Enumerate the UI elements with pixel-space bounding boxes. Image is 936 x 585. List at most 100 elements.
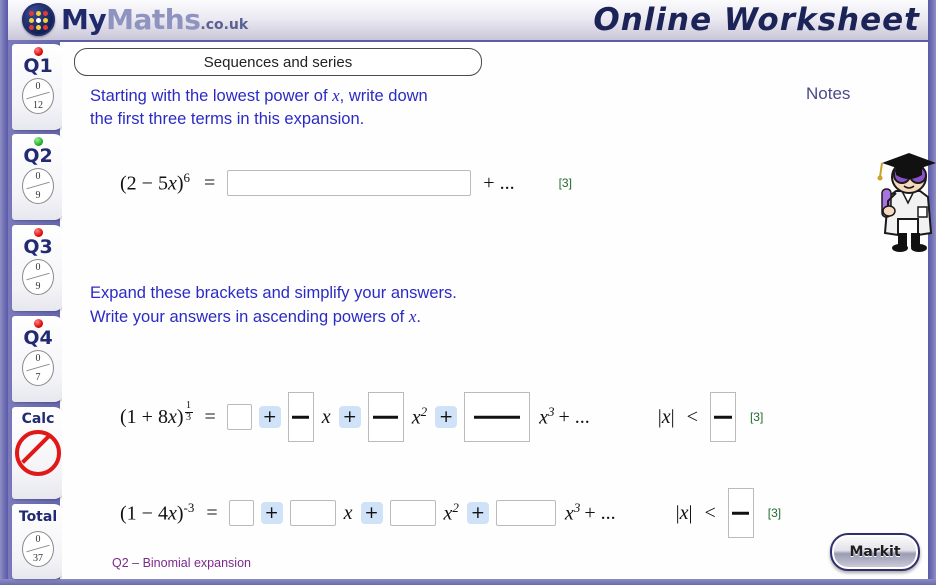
brand-domain: .co.uk <box>200 17 249 33</box>
q3-abs-close: | <box>670 405 675 428</box>
q4-term-x2: x2 <box>444 500 459 526</box>
brand-my: My <box>61 3 107 36</box>
instruction-block-1: Starting with the lowest power of x, wri… <box>90 84 610 132</box>
q4-term-x3-var: x <box>564 502 574 525</box>
q4-plus-button-1[interactable]: + <box>260 502 283 524</box>
q3-term-x2: x2 <box>412 404 427 430</box>
worksheet-app: MyMaths.co.uk Online Worksheet Q1 0 12 Q… <box>0 0 936 585</box>
q4-expr-power: -3 <box>183 500 195 516</box>
instruction-2-line1: Expand these brackets and simplify your … <box>90 284 457 302</box>
q1-expr-open: (2 <box>120 172 142 195</box>
q4-expr-close: ) <box>176 502 184 525</box>
q3-answer-input-0[interactable] <box>226 404 252 430</box>
q4-ellipsis: + ... <box>584 501 616 524</box>
total-q4: 7 <box>35 372 41 383</box>
q4-answer-input-3[interactable] <box>495 500 556 526</box>
instruction-2-line2-b: . <box>416 308 421 327</box>
q1-marks: [3] <box>558 176 572 190</box>
q3-expr-open: (1 + 8 <box>120 405 168 428</box>
sidebar-item-q3[interactable]: Q3 0 9 <box>12 225 64 311</box>
q1-ellipsis: + ... <box>483 171 515 194</box>
q4-expression: (1 − 4x)-3 <box>120 500 194 526</box>
q3-term-x: x <box>321 405 331 428</box>
q1-answer-input[interactable] <box>227 170 472 196</box>
score-q4: 0 <box>35 353 41 364</box>
q4-radius-fraction-input[interactable] <box>727 488 754 538</box>
q3-fraction-input-3[interactable] <box>464 392 531 442</box>
window-frame-left <box>0 0 8 585</box>
score-q3: 0 <box>35 262 41 273</box>
score-q1: 0 <box>35 81 41 92</box>
q1-expression: (2 − 5x)6 <box>120 170 190 196</box>
q4-term-x2-sup: 2 <box>452 500 459 516</box>
score-divider <box>26 91 50 100</box>
question-1-row: (2 − 5x)6 = + ... [3] <box>120 170 572 196</box>
total-q2: 9 <box>35 190 41 201</box>
q4-abs-close: | <box>688 501 693 524</box>
q1-expr-minus: − 5 <box>141 172 168 195</box>
q3-term-x3: x3 <box>539 404 554 430</box>
q3-term-x3-sup: 3 <box>547 404 555 420</box>
score-pill-q1: 0 12 <box>22 78 54 114</box>
footer-topic-label: Q2 – Binomial expansion <box>112 556 251 570</box>
q1-equals: = <box>204 171 216 194</box>
notes-label: Notes <box>806 84 851 103</box>
q3-plus-button-1[interactable]: + <box>258 406 281 428</box>
markit-button[interactable]: Markit <box>830 533 920 571</box>
q3-exp-numerator: 1 <box>186 400 192 411</box>
q3-ellipsis: + ... <box>558 405 590 428</box>
q3-term-x2-sup: 2 <box>420 404 428 420</box>
instruction-1-line2: the first three terms in this expansion. <box>90 110 365 129</box>
q4-answer-input-1[interactable] <box>289 500 336 526</box>
q3-radius-fraction-input[interactable] <box>709 392 736 442</box>
score-pill-total: 0 37 <box>22 531 54 567</box>
q4-term-x: x <box>343 501 353 524</box>
score-q2: 0 <box>35 171 41 182</box>
score-pill-q3: 0 9 <box>22 259 54 295</box>
q4-plus-button-2[interactable]: + <box>360 502 383 524</box>
q4-answer-input-0[interactable] <box>228 500 254 526</box>
q4-expr-minus: − 4 <box>141 502 168 525</box>
window-frame-right <box>928 0 936 585</box>
score-divider <box>26 181 50 190</box>
page-title: Sequences and series <box>203 53 353 71</box>
q3-fraction-input-1[interactable] <box>287 392 314 442</box>
sidebar-item-q4[interactable]: Q4 0 7 <box>12 316 64 402</box>
score-total: 0 <box>35 534 41 545</box>
sidebar-item-q2[interactable]: Q2 0 9 <box>12 134 64 220</box>
question-sidebar: Q1 0 12 Q2 0 9 Q3 0 9 Q4 0 7 Calc Total … <box>8 40 64 579</box>
q4-expr-var: x <box>167 502 177 525</box>
total-label: Total <box>18 509 58 525</box>
q3-expr-var: x <box>167 405 177 428</box>
calculator-status-panel: Calc <box>12 407 64 499</box>
calc-label: Calc <box>21 411 55 427</box>
worksheet-title-banner: Online Worksheet <box>593 2 920 38</box>
sidebar-label-q2: Q2 <box>23 145 53 167</box>
q4-term-x3-sup: 3 <box>573 500 581 516</box>
q4-less-than: < <box>704 501 716 524</box>
q4-equals: = <box>206 501 218 524</box>
q4-plus-button-3[interactable]: + <box>466 502 489 524</box>
q4-answer-input-2[interactable] <box>389 500 436 526</box>
professor-notes-icon[interactable] <box>868 147 936 252</box>
q3-abs-var: x <box>661 405 671 428</box>
q3-term-x3-var: x <box>539 406 548 429</box>
q3-term-x2-var: x <box>411 406 421 429</box>
q3-marks: [3] <box>749 410 764 424</box>
brand-maths: Maths <box>106 3 201 36</box>
total-score-panel: Total 0 37 <box>12 504 64 579</box>
instruction-2-line2-a: Write your answers in ascending powers o… <box>90 308 409 327</box>
window-frame-bottom <box>0 579 936 585</box>
q3-plus-button-3[interactable]: + <box>435 406 458 428</box>
sidebar-item-q1[interactable]: Q1 0 12 <box>12 44 64 130</box>
q3-fraction-input-2[interactable] <box>367 392 404 442</box>
score-divider <box>26 544 50 553</box>
mymaths-logo[interactable]: MyMaths.co.uk <box>22 3 248 36</box>
topic-title-bar: Sequences and series <box>74 48 482 76</box>
q3-equals: = <box>204 405 216 428</box>
instruction-1-text-b: , write down <box>339 87 428 105</box>
q3-exp-denominator: 3 <box>186 411 192 423</box>
markit-label: Markit <box>849 544 901 560</box>
q4-abs-var: x <box>679 501 689 524</box>
q3-plus-button-2[interactable]: + <box>338 406 361 428</box>
